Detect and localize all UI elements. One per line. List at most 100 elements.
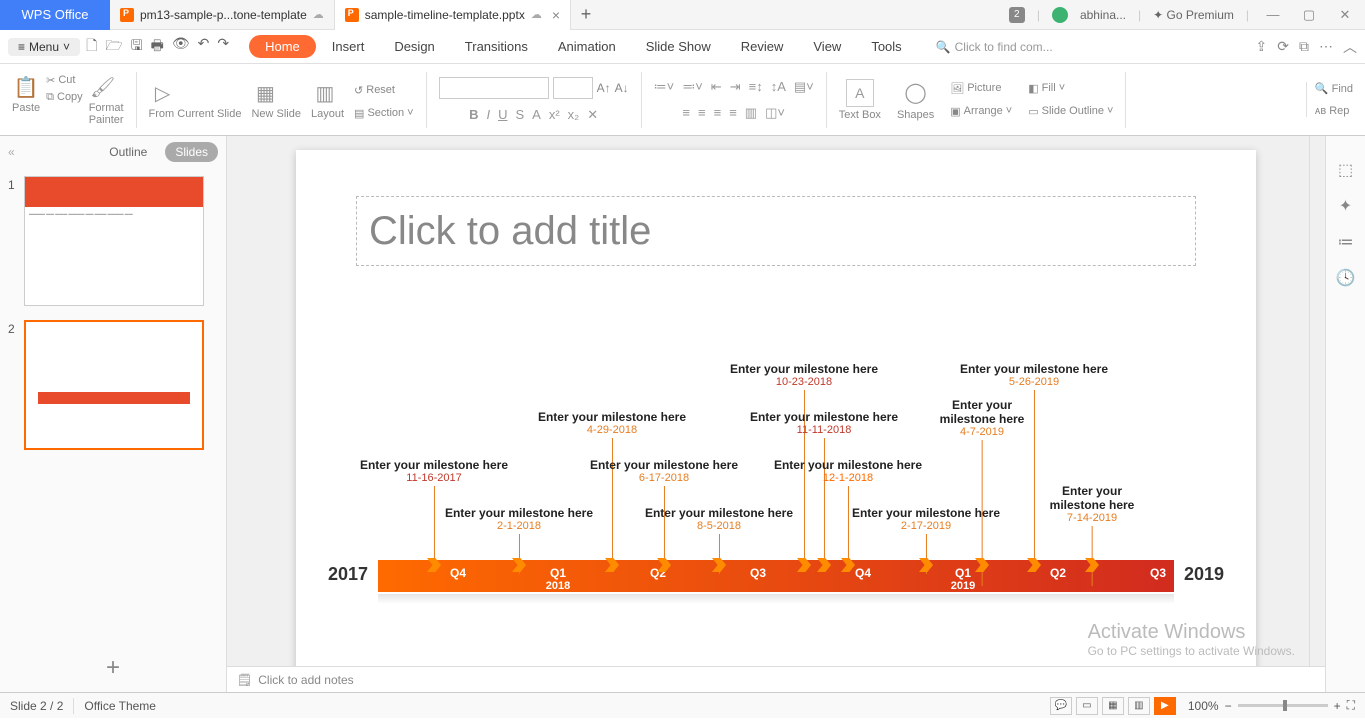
align-text-icon[interactable]: ▤˅: [794, 79, 814, 95]
cut-button[interactable]: ✂ Cut: [46, 74, 75, 87]
effects-icon[interactable]: ✦: [1339, 196, 1352, 216]
slide-outline-button[interactable]: ▭ Slide Outline ˅: [1028, 105, 1113, 118]
superscript-button[interactable]: x²: [549, 107, 560, 123]
print-icon[interactable]: 🖶: [151, 35, 164, 59]
properties-icon[interactable]: ≔: [1338, 232, 1354, 252]
minimize-button[interactable]: —: [1261, 7, 1285, 22]
history-icon[interactable]: 🕓: [1336, 268, 1356, 288]
clear-format-button[interactable]: ✕: [587, 107, 598, 123]
justify-icon[interactable]: ≡: [729, 105, 737, 121]
title-placeholder[interactable]: Click to add title: [356, 196, 1196, 266]
outline-tab[interactable]: Outline: [99, 142, 157, 162]
text-direction-icon[interactable]: ↕A: [771, 79, 786, 95]
tab-tools[interactable]: Tools: [857, 33, 915, 60]
notes-pane[interactable]: 🗒 Click to add notes: [227, 666, 1325, 692]
fill-button[interactable]: ◧ Fill ˅: [1028, 82, 1065, 95]
align-center-icon[interactable]: ≡: [698, 105, 706, 121]
tab-review[interactable]: Review: [727, 33, 798, 60]
shadow-button[interactable]: A: [532, 107, 541, 123]
new-slide-icon[interactable]: ▦: [251, 80, 279, 108]
add-slide-button[interactable]: +: [0, 644, 226, 692]
layout-icon[interactable]: ▥: [311, 80, 339, 108]
increase-indent-icon[interactable]: ⇥: [730, 79, 741, 95]
undo-icon[interactable]: ↶: [198, 35, 210, 59]
share-icon[interactable]: ⇪: [1256, 38, 1268, 55]
slide-canvas[interactable]: Click to add title 2017 2019 Q4Q12018Q2Q…: [296, 150, 1256, 666]
subscript-button[interactable]: x₂: [568, 107, 580, 123]
tab-slideshow[interactable]: Slide Show: [632, 33, 725, 60]
new-tab-button[interactable]: +: [571, 4, 601, 25]
go-premium-button[interactable]: ✦ Go Premium: [1153, 8, 1234, 22]
paste-button[interactable]: Paste: [12, 102, 40, 114]
shapes-button[interactable]: Shapes: [897, 109, 934, 121]
zoom-out-icon[interactable]: −: [1225, 699, 1232, 713]
fit-screen-icon[interactable]: ⛶: [1347, 698, 1355, 713]
user-avatar[interactable]: [1052, 7, 1068, 23]
tab-design[interactable]: Design: [380, 33, 448, 60]
slideshow-button[interactable]: ▶: [1154, 697, 1176, 715]
picture-button[interactable]: 🖼 Picture: [950, 82, 1001, 95]
reading-view-icon[interactable]: ▥: [1128, 697, 1150, 715]
main-menu-button[interactable]: ≡ Menu ˅: [8, 38, 80, 56]
copy-button[interactable]: ⧉ Copy: [46, 91, 83, 104]
font-size-input[interactable]: [553, 77, 593, 99]
object-icon[interactable]: ⬚: [1338, 160, 1353, 180]
tab-animation[interactable]: Animation: [544, 33, 630, 60]
bold-button[interactable]: B: [469, 107, 478, 123]
save-icon[interactable]: 🖫: [131, 35, 143, 59]
new-icon[interactable]: 🗋: [86, 35, 97, 59]
notification-badge[interactable]: 2: [1009, 7, 1025, 23]
comments-icon[interactable]: 💬: [1050, 697, 1072, 715]
smartart-icon[interactable]: ◫˅: [765, 105, 785, 121]
tab-transitions[interactable]: Transitions: [451, 33, 542, 60]
close-window-button[interactable]: ✕: [1333, 7, 1357, 23]
shapes-icon[interactable]: ◯: [902, 79, 930, 107]
user-name[interactable]: abhina...: [1080, 8, 1126, 22]
bullets-icon[interactable]: ≔˅: [654, 79, 675, 95]
section-button[interactable]: ▤ Section ˅: [354, 107, 414, 120]
zoom-slider[interactable]: [1238, 704, 1328, 707]
tab-home[interactable]: Home: [249, 35, 316, 58]
play-icon[interactable]: ▷: [149, 80, 177, 108]
zoom-in-icon[interactable]: +: [1334, 699, 1341, 713]
settings-icon[interactable]: ⧉: [1299, 38, 1309, 55]
from-current-button[interactable]: From Current Slide: [149, 108, 242, 120]
line-spacing-icon[interactable]: ≡↕: [749, 79, 763, 95]
font-name-input[interactable]: [439, 77, 549, 99]
strike-button[interactable]: S: [515, 107, 524, 123]
sorter-view-icon[interactable]: ▦: [1102, 697, 1124, 715]
close-icon[interactable]: ×: [552, 7, 560, 23]
slide-thumbnail-1[interactable]: ▬▬▬▬ ▬▬ ▬▬▬ ▬▬▬▬ ▬▬ ▬▬▬ ▬▬▬▬ ▬▬: [24, 176, 204, 306]
zoom-value[interactable]: 100%: [1188, 699, 1219, 713]
find-button[interactable]: 🔍 Find: [1315, 82, 1353, 95]
textbox-button[interactable]: Text Box: [839, 109, 881, 121]
redo-icon[interactable]: ↷: [217, 35, 229, 59]
collapse-ribbon-icon[interactable]: ︿: [1343, 37, 1357, 57]
columns-icon[interactable]: ▥: [745, 105, 757, 121]
normal-view-icon[interactable]: ▭: [1076, 697, 1098, 715]
replace-button[interactable]: ᴀʙ Rep: [1315, 105, 1350, 117]
document-tab-1[interactable]: pm13-sample-p...tone-template ☁: [110, 0, 335, 30]
arrange-button[interactable]: ▣ Arrange ˅: [950, 105, 1012, 118]
preview-icon[interactable]: 👁: [172, 35, 190, 59]
new-slide-button[interactable]: New Slide: [251, 108, 301, 120]
increase-font-icon[interactable]: A↑: [597, 81, 611, 95]
decrease-indent-icon[interactable]: ⇤: [711, 79, 722, 95]
maximize-button[interactable]: ▢: [1297, 7, 1321, 23]
align-left-icon[interactable]: ≡: [682, 105, 690, 121]
slide-thumbnail-2[interactable]: [24, 320, 204, 450]
layout-button[interactable]: Layout: [311, 108, 344, 120]
open-icon[interactable]: 🗁: [105, 35, 122, 59]
format-painter-button[interactable]: Format Painter: [89, 102, 124, 126]
more-icon[interactable]: ⋯: [1319, 38, 1333, 55]
underline-button[interactable]: U: [498, 107, 507, 123]
paste-icon[interactable]: 📋: [12, 74, 40, 102]
slides-tab[interactable]: Slides: [165, 142, 218, 162]
reset-button[interactable]: ↺ Reset: [354, 84, 395, 97]
numbering-icon[interactable]: ≕˅: [682, 79, 703, 95]
align-right-icon[interactable]: ≡: [714, 105, 722, 121]
tab-view[interactable]: View: [799, 33, 855, 60]
sync-icon[interactable]: ⟳: [1277, 38, 1289, 55]
format-painter-icon[interactable]: 🖌: [89, 74, 117, 102]
textbox-icon[interactable]: A: [846, 79, 874, 107]
